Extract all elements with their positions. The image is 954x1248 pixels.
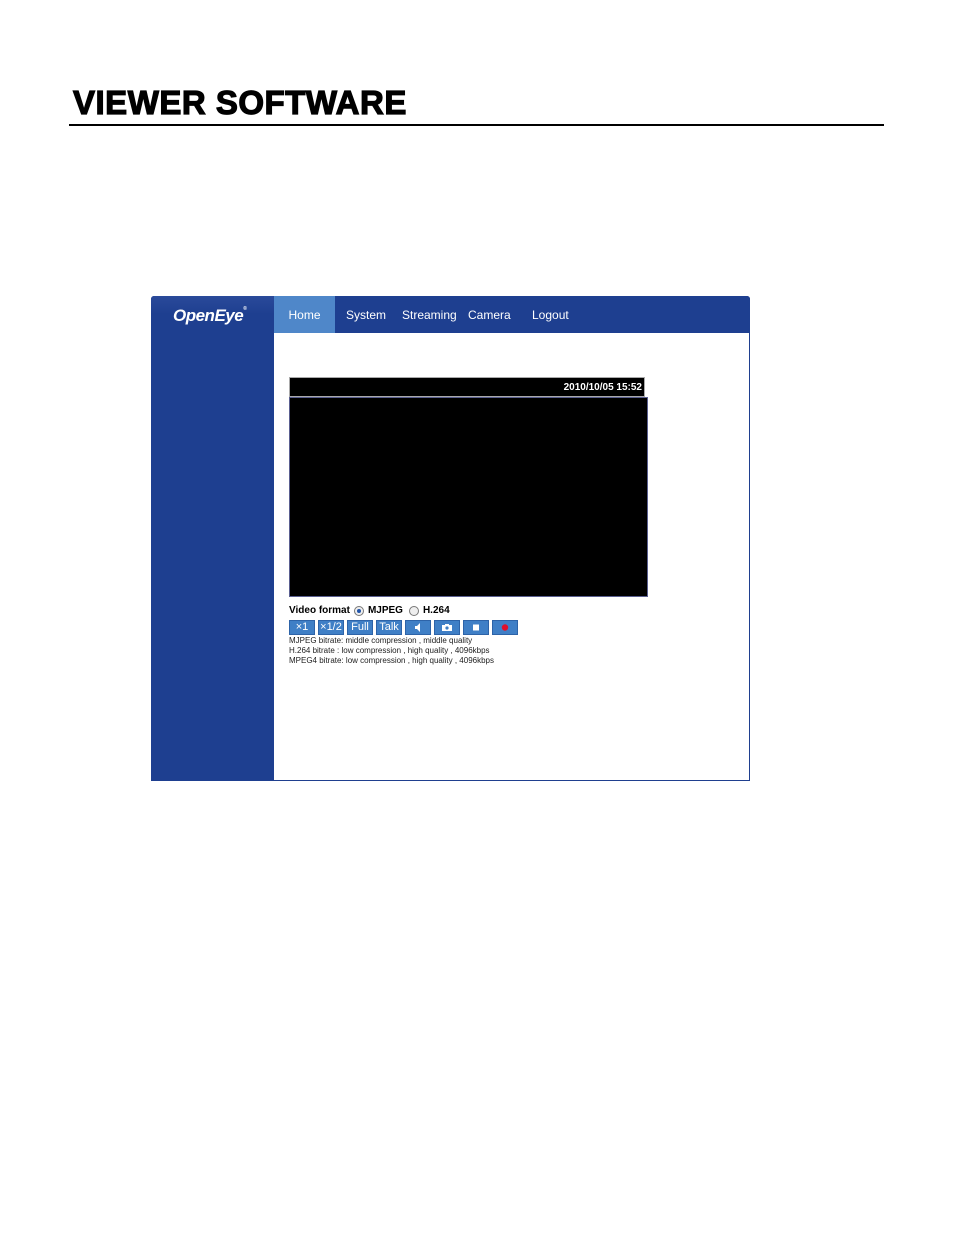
top-navigation: Home System Streaming Camera Logout: [274, 296, 750, 333]
info-line-mpeg4: MPEG4 bitrate: low compression , high qu…: [289, 656, 494, 665]
page-title: VIEWER SOFTWARE: [72, 83, 407, 121]
video-timestamp: 2010/10/05 15:52: [563, 382, 642, 393]
snapshot-button[interactable]: [434, 620, 460, 635]
video-timestamp-bar: 2010/10/05 15:52: [289, 377, 645, 397]
radio-h264-label: H.264: [422, 605, 450, 616]
nav-home[interactable]: Home: [274, 296, 335, 333]
camera-icon: [442, 624, 452, 631]
video-format-selector: Video format MJPEG H.264: [289, 605, 450, 616]
logo-text: OpenEye: [173, 306, 244, 325]
video-viewport[interactable]: [289, 397, 648, 597]
record-button[interactable]: [492, 620, 518, 635]
nav-streaming[interactable]: Streaming: [402, 296, 457, 333]
zoom-x1-button[interactable]: ×1: [289, 620, 315, 635]
info-line-h264: H.264 bitrate : low compression , high q…: [289, 646, 490, 655]
nav-system[interactable]: System: [346, 296, 386, 333]
zoom-half-button[interactable]: ×1/2: [318, 620, 344, 635]
sidebar: OpenEye®: [151, 296, 274, 781]
nav-logout[interactable]: Logout: [532, 296, 569, 333]
radio-mjpeg[interactable]: [353, 605, 364, 616]
stop-button[interactable]: [463, 620, 489, 635]
talk-button[interactable]: Talk: [376, 620, 402, 635]
fullscreen-button[interactable]: Full: [347, 620, 373, 635]
control-buttons: ×1 ×1/2 Full Talk: [289, 620, 518, 635]
radio-mjpeg-label: MJPEG: [367, 605, 403, 616]
video-format-label: Video format: [289, 605, 350, 616]
viewer-app-window: OpenEye® Home System Streaming Camera Lo…: [151, 296, 750, 781]
openeye-logo: OpenEye®: [173, 306, 247, 326]
trademark-mark: ®: [243, 306, 247, 312]
audio-button[interactable]: [405, 620, 431, 635]
title-rule: [69, 124, 884, 126]
main-content: 2010/10/05 15:52 Video format MJPEG H.26…: [274, 333, 749, 780]
nav-camera[interactable]: Camera: [468, 296, 511, 333]
info-line-mjpeg: MJPEG bitrate: middle compression , midd…: [289, 636, 473, 645]
radio-h264[interactable]: [408, 605, 419, 616]
stop-icon: [473, 624, 479, 631]
record-icon: [501, 624, 509, 631]
speaker-icon: [415, 623, 420, 632]
